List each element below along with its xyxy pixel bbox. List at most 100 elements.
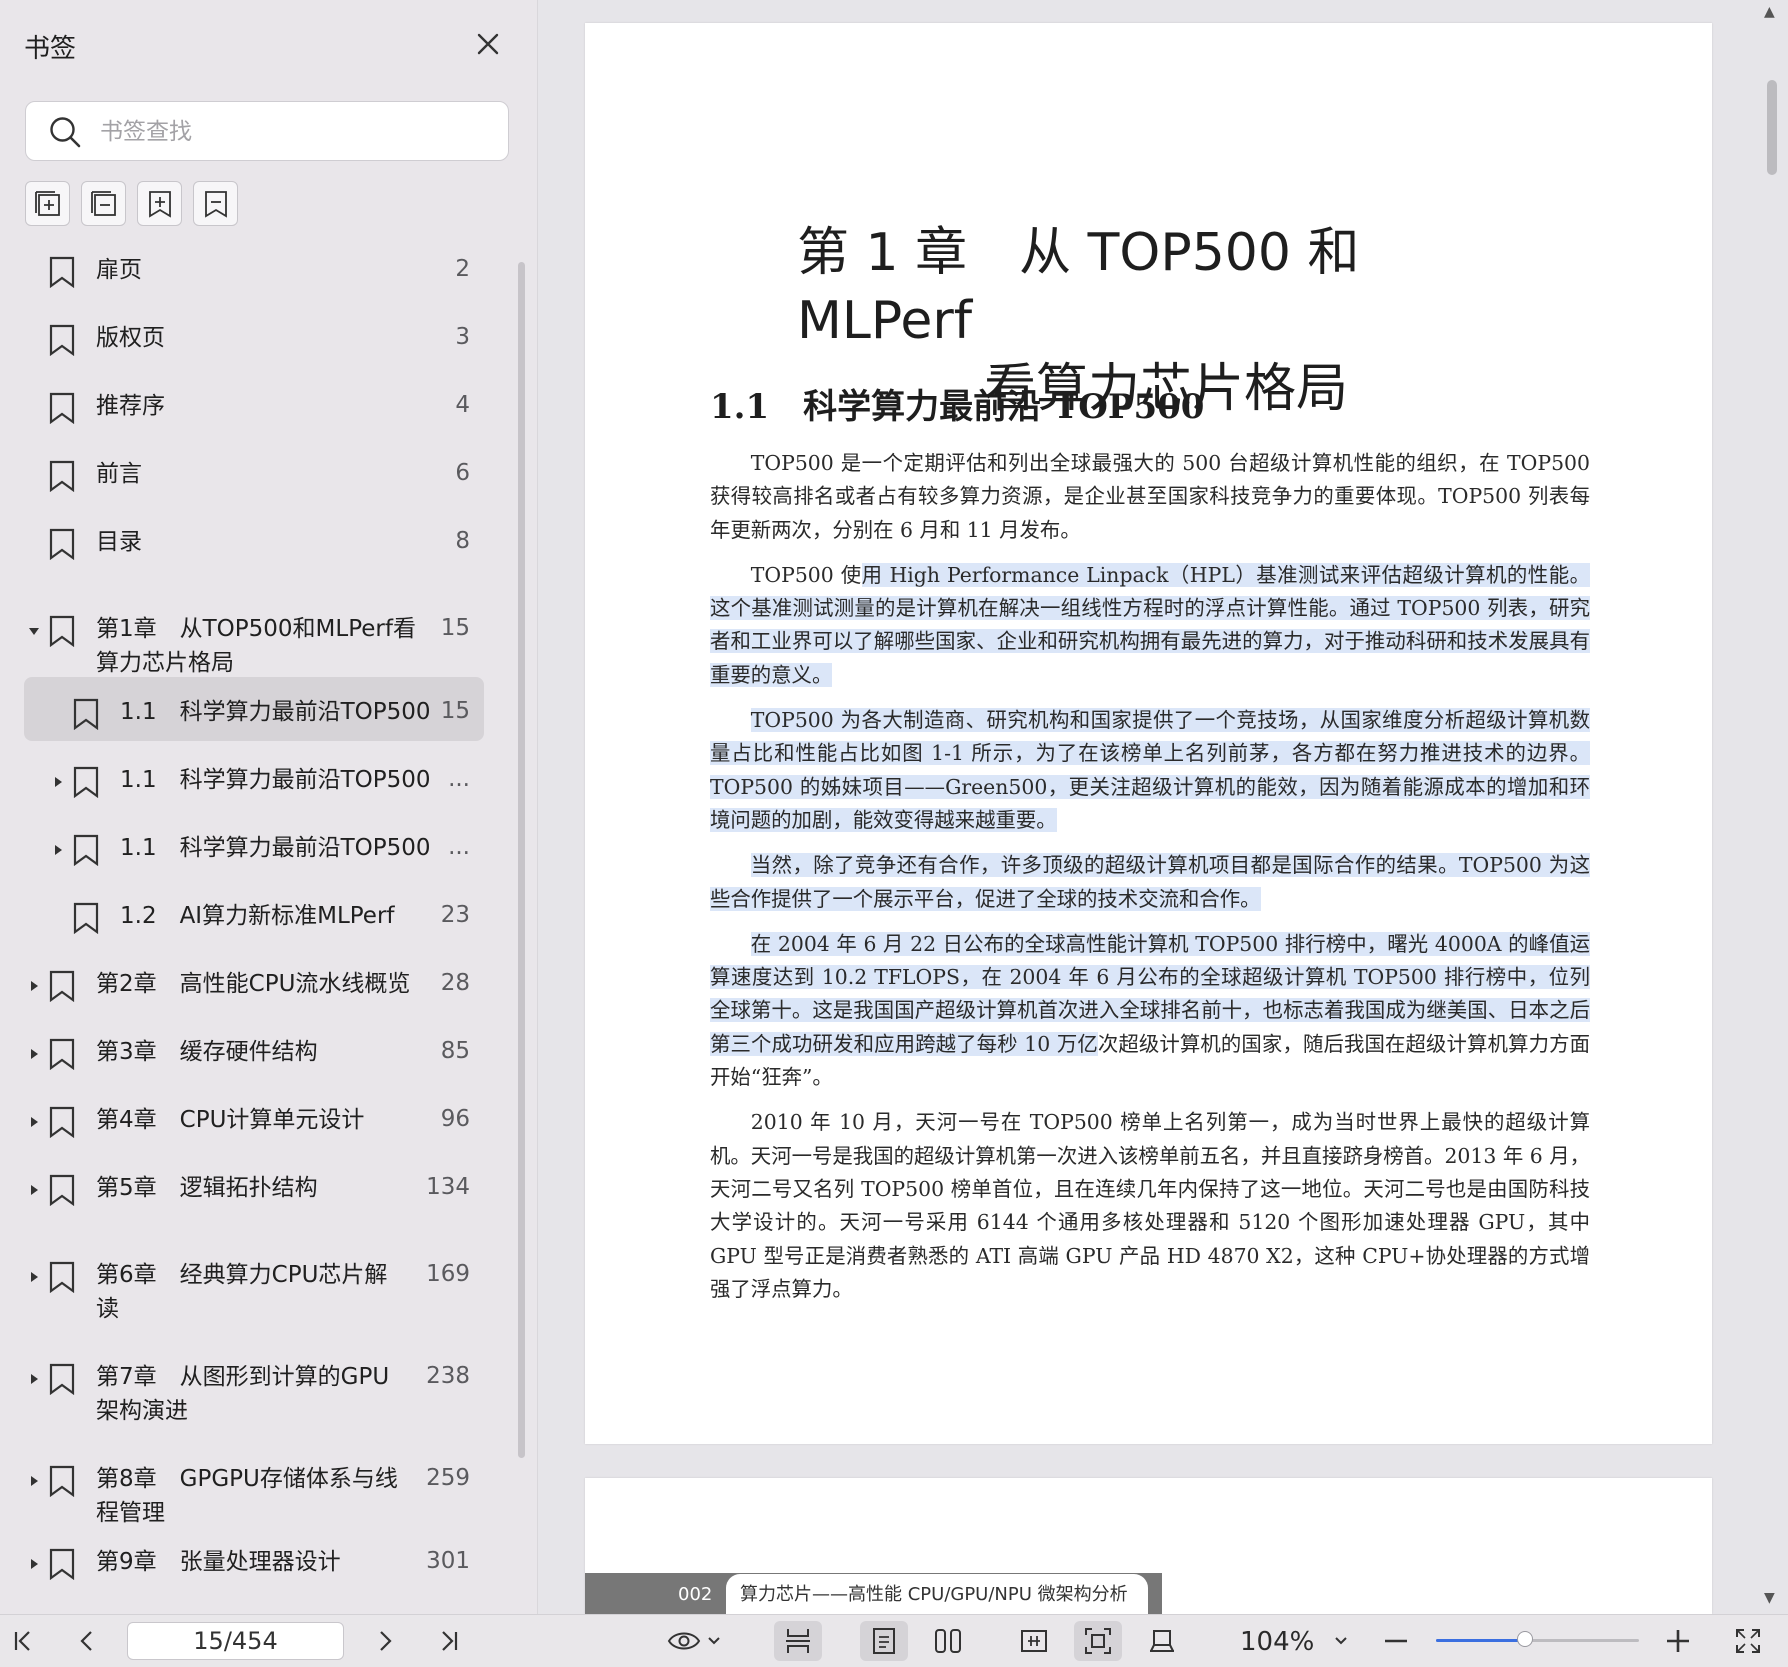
paragraph[interactable]: 2010 年 10 月，天河一号在 TOP500 榜单上名列第一，成为当时世界上… [710, 1106, 1590, 1306]
chevron-right-icon [380, 1631, 392, 1651]
zoom-slider[interactable] [1436, 1631, 1639, 1647]
bookmark-item[interactable]: 第3章 缓存硬件结构 85 [0, 1037, 500, 1105]
scroll-down-arrow-icon[interactable]: ▼ [1764, 1590, 1775, 1606]
bookmark-item[interactable]: 推荐序 4 [0, 391, 500, 459]
caret-right-icon[interactable] [28, 1271, 40, 1283]
text-span[interactable]: TOP500 是一个定期评估和列出全球最强大的 500 台超级计算机性能的组织，… [710, 451, 1590, 542]
bookmark-item[interactable]: 第4章 CPU计算单元设计 96 [0, 1105, 500, 1173]
bookmark-label-line: 第4章 CPU计算单元设计 [96, 1107, 365, 1133]
expand-all-button[interactable] [25, 181, 70, 226]
bookmark-page-number: 8 [455, 528, 470, 554]
single-page-button[interactable] [860, 1621, 908, 1661]
document-scrollbar[interactable] [1767, 80, 1777, 175]
body-text[interactable]: TOP500 是一个定期评估和列出全球最强大的 500 台超级计算机性能的组织，… [710, 447, 1590, 1318]
bookmark-item[interactable]: 目录 8 [0, 527, 500, 595]
bookmark-icon [49, 1106, 75, 1138]
bookmark-icon [49, 1174, 75, 1206]
fit-width-button[interactable] [1010, 1621, 1058, 1661]
continuous-scroll-button[interactable] [774, 1621, 822, 1661]
bookmark-item[interactable]: 第6章 经典算力CPU芯片解读 169 [0, 1241, 500, 1343]
two-page-icon [935, 1629, 961, 1653]
selected-text[interactable]: TOP500 为各大制造商、研究机构和国家提供了一个竞技场，从国家维度分析超级计… [710, 708, 1590, 832]
page-number-input[interactable]: 15/454 [127, 1622, 344, 1660]
bookmark-page-number: ... [448, 766, 470, 792]
panel-title: 书签 [24, 34, 77, 64]
zoom-out-button[interactable] [1378, 1621, 1414, 1661]
text-span[interactable]: TOP500 使 [751, 563, 862, 587]
collapse-all-button[interactable] [81, 181, 126, 226]
selected-text[interactable]: 当然，除了竞争还有合作，许多顶级的超级计算机项目都是国际合作的结果。TOP500… [710, 853, 1590, 911]
zoom-in-button[interactable] [1660, 1621, 1696, 1661]
fullscreen-icon [1736, 1629, 1760, 1653]
bookmark-item[interactable]: 前言 6 [0, 459, 500, 527]
bookmark-label: 1.1 科学算力最前沿TOP500 [120, 831, 431, 865]
bookmark-page-number: ... [448, 834, 470, 860]
paragraph[interactable]: TOP500 为各大制造商、研究机构和国家提供了一个竞技场，从国家维度分析超级计… [710, 704, 1590, 837]
last-page-button[interactable] [432, 1621, 466, 1661]
bookmark-item[interactable]: 第9章 张量处理器设计 301 [0, 1547, 500, 1615]
first-page-button[interactable] [6, 1621, 40, 1661]
caret-right-icon[interactable] [28, 1048, 40, 1060]
bookmark-item[interactable]: 第8章 GPGPU存储体系与线 程管理 259 [0, 1445, 500, 1547]
zoom-slider-handle[interactable] [1517, 1631, 1534, 1647]
zoom-slider-fill [1436, 1639, 1526, 1642]
zoom-dropdown-button[interactable] [1330, 1621, 1352, 1661]
bookmark-icon [49, 1038, 75, 1070]
bookmark-label-line: 第3章 缓存硬件结构 [96, 1039, 318, 1065]
caret-right-icon[interactable] [28, 1116, 40, 1128]
bookmark-label-line: 扉页 [96, 257, 142, 283]
bookmark-search-input[interactable] [98, 112, 492, 152]
bookmark-label: 1.1 科学算力最前沿TOP500 [120, 695, 431, 729]
bookmark-label: 第8章 GPGPU存储体系与线 程管理 [96, 1462, 398, 1530]
previous-page-button[interactable] [70, 1621, 104, 1661]
paragraph[interactable]: 当然，除了竞争还有合作，许多顶级的超级计算机项目都是国际合作的结果。TOP500… [710, 849, 1590, 916]
bookmark-item[interactable]: 1.1 科学算力最前沿TOP500 15 [0, 677, 500, 765]
paragraph[interactable]: TOP500 使用 High Performance Linpack（HPL）基… [710, 559, 1590, 692]
caret-right-icon[interactable] [28, 980, 40, 992]
text-span[interactable]: 2010 年 10 月，天河一号在 TOP500 榜单上名列第一，成为当时世界上… [710, 1110, 1590, 1300]
paragraph[interactable]: 在 2004 年 6 月 22 日公布的全球高性能计算机 TOP500 排行榜中… [710, 928, 1590, 1094]
bookmark-item[interactable]: 第7章 从图形到计算的GPU 架构演进 238 [0, 1343, 500, 1445]
bookmark-label: 版权页 [96, 321, 165, 355]
caret-right-icon[interactable] [28, 1373, 40, 1385]
bookmark-label: 第4章 CPU计算单元设计 [96, 1103, 364, 1137]
caret-down-icon[interactable] [28, 625, 40, 637]
fullscreen-button[interactable] [1728, 1621, 1768, 1661]
bookmark-icon [49, 1548, 75, 1580]
bookmark-page-number: 2 [455, 256, 470, 282]
paragraph[interactable]: TOP500 是一个定期评估和列出全球最强大的 500 台超级计算机性能的组织，… [710, 447, 1590, 547]
bookmark-label-line: 第5章 逻辑拓扑结构 [96, 1175, 318, 1201]
bookmark-item[interactable]: 版权页 3 [0, 323, 500, 391]
last-page-icon [442, 1631, 458, 1651]
rotate-page-button[interactable] [1138, 1621, 1186, 1661]
remove-bookmark-button[interactable] [193, 181, 238, 226]
bookmark-page-number: 23 [440, 902, 470, 928]
scroll-up-arrow-icon[interactable]: ▲ [1764, 4, 1775, 20]
bookmark-item[interactable]: 扉页 2 [0, 255, 500, 323]
caret-right-icon[interactable] [52, 844, 64, 856]
bookmark-label-line: 读 [96, 1296, 119, 1322]
two-page-button[interactable] [924, 1621, 972, 1661]
add-bookmark-button[interactable] [137, 181, 182, 226]
bookmark-search-box[interactable] [25, 101, 509, 161]
bookmark-item[interactable]: 1.1 科学算力最前沿TOP500... [0, 833, 500, 901]
zoom-level[interactable]: 104% [1240, 1627, 1314, 1657]
caret-right-icon[interactable] [52, 776, 64, 788]
bookmark-item[interactable]: 1.1 科学算力最前沿TOP500... [0, 765, 500, 833]
next-page-button[interactable] [368, 1621, 402, 1661]
caret-right-icon[interactable] [28, 1558, 40, 1570]
chevron-down-icon [1335, 1637, 1347, 1645]
bookmark-icon [49, 528, 75, 560]
close-panel-button[interactable] [470, 26, 506, 62]
bookmark-item[interactable]: 第2章 高性能CPU流水线概览 28 [0, 969, 500, 1037]
bookmark-scrollbar[interactable] [518, 262, 525, 1458]
chevron-down-icon [708, 1637, 720, 1645]
caret-right-icon[interactable] [28, 1184, 40, 1196]
bookmark-item[interactable]: 1.2 AI算力新标准MLPerf 23 [0, 901, 500, 969]
fit-page-button[interactable] [1074, 1621, 1122, 1661]
bookmark-label-line: 第8章 GPGPU存储体系与线 [96, 1466, 398, 1492]
bookmark-page-number: 6 [455, 460, 470, 486]
read-mode-button[interactable] [662, 1621, 726, 1661]
caret-right-icon[interactable] [28, 1475, 40, 1487]
bookmark-item[interactable]: 第5章 逻辑拓扑结构 134 [0, 1173, 500, 1241]
